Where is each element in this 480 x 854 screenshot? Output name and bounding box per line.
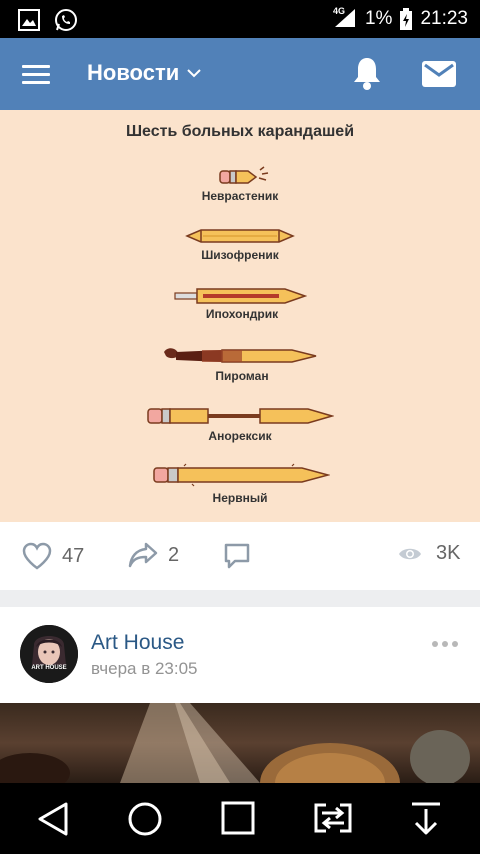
eye-icon bbox=[399, 548, 421, 559]
pencil-illustration-burnt bbox=[164, 348, 317, 363]
pencil-label: Ипохондрик bbox=[205, 307, 279, 321]
like-count: 47 bbox=[62, 544, 85, 567]
post-image[interactable]: Шесть больных карандашей Неврастеник Шиз… bbox=[0, 110, 480, 522]
status-bar: 4G 1% 21:23 bbox=[0, 0, 480, 38]
pencil-illustration-short bbox=[219, 166, 269, 184]
whatsapp-icon bbox=[55, 9, 77, 31]
post-image[interactable] bbox=[0, 703, 480, 783]
chevron-down-icon bbox=[187, 68, 201, 77]
signal-icon: 4G bbox=[332, 6, 357, 29]
bell-icon[interactable] bbox=[352, 56, 382, 90]
network-type: 4G bbox=[332, 6, 345, 16]
pencil-label: Пироман bbox=[215, 369, 269, 383]
pencil-label: Анорексик bbox=[208, 429, 272, 443]
avatar-text: ART HOUSE bbox=[31, 665, 67, 671]
feed-selector[interactable]: Новости bbox=[87, 60, 201, 86]
clock: 21:23 bbox=[420, 8, 468, 29]
home-icon[interactable] bbox=[127, 801, 163, 837]
avatar[interactable]: ART HOUSE bbox=[20, 625, 78, 683]
pencil-illustration-thermometer bbox=[174, 288, 307, 304]
pencil-illustration-double bbox=[185, 229, 295, 243]
menu-icon[interactable] bbox=[22, 65, 50, 85]
messages-icon[interactable] bbox=[422, 61, 456, 87]
download-icon[interactable] bbox=[410, 801, 442, 837]
post-time: вчера в 23:05 bbox=[91, 659, 198, 678]
heart-icon bbox=[22, 542, 52, 570]
navigation-bar bbox=[0, 783, 480, 854]
gallery-icon bbox=[18, 9, 40, 31]
recent-apps-icon[interactable] bbox=[221, 801, 255, 835]
like-button[interactable]: 47 bbox=[22, 542, 84, 570]
comment-button[interactable] bbox=[223, 542, 251, 570]
pencil-label: Шизофреник bbox=[201, 248, 279, 262]
comment-icon bbox=[224, 543, 250, 569]
pencil-illustration-thin bbox=[147, 408, 334, 424]
share-button[interactable]: 2 bbox=[128, 542, 179, 568]
page-title: Новости bbox=[87, 60, 180, 85]
share-icon bbox=[128, 542, 158, 568]
image-title: Шесть больных карандашей bbox=[125, 123, 355, 140]
view-count: 3K bbox=[436, 542, 461, 564]
more-options-icon[interactable] bbox=[432, 641, 458, 647]
pencil-label: Нервный bbox=[212, 491, 268, 505]
battery-icon bbox=[400, 8, 413, 30]
app-bar: Новости bbox=[0, 38, 480, 110]
back-icon[interactable] bbox=[36, 801, 70, 837]
share-count: 2 bbox=[168, 543, 180, 566]
pencil-label: Неврастеник bbox=[201, 189, 279, 203]
views: 3K bbox=[398, 542, 460, 565]
battery-percent: 1% bbox=[364, 8, 393, 29]
post-header: ART HOUSE Art House вчера в 23:05 bbox=[0, 607, 480, 703]
post-actions: 47 2 3K bbox=[0, 522, 480, 590]
pencil-illustration-nervous bbox=[153, 463, 330, 487]
author-name[interactable]: Art House bbox=[91, 631, 184, 655]
switch-app-icon[interactable] bbox=[312, 801, 354, 835]
